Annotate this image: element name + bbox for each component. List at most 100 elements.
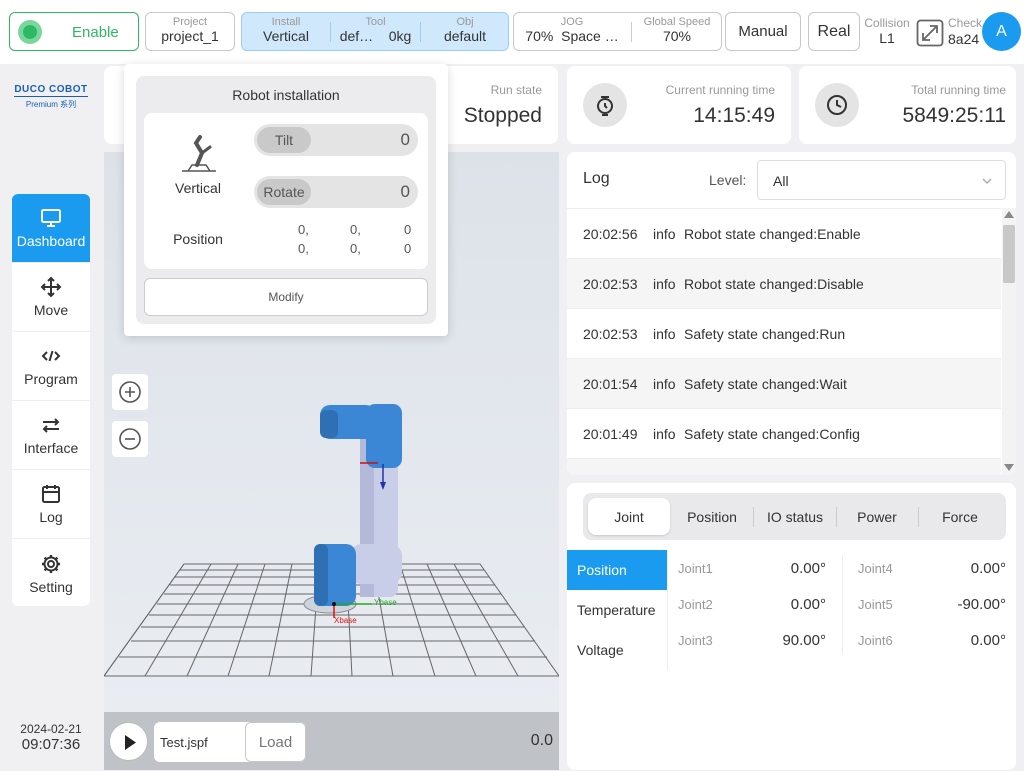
tab-power[interactable]: Power [837,498,917,535]
sidebar-item-label: Interface [23,440,79,456]
play-button[interactable] [109,722,148,761]
sidebar-item-move[interactable]: Move [12,263,90,332]
position-rz: 0 [404,241,412,256]
log-row: 20:02:53 info Safety state changed:Run [567,309,1001,359]
calendar-icon [42,485,60,503]
check-label: Check [948,16,983,30]
rotate-field[interactable]: Rotate 0 [254,176,418,208]
log-message: Robot state changed:Enable [684,225,861,242]
robot-vertical-icon [182,135,216,172]
rotate-value: 0 [400,182,410,201]
tool-name: def… [339,28,374,44]
collision-label: Collision [864,16,910,30]
install-tool-obj-group[interactable]: Install Vertical Tool def… 0kg Obj defau… [241,12,509,51]
top-bar: Enable Project project_1 Install Vertica… [0,0,1024,64]
code-icon [41,350,61,362]
position-ry: 0, [350,241,361,256]
tab-position[interactable]: Position [671,498,753,535]
project-value: project_1 [161,28,219,44]
system-datetime: 2024-02-21 09:07:36 [8,722,94,753]
position-y: 0, [350,222,361,237]
program-file-field[interactable]: Test.jspf Load [154,722,306,762]
swap-arrows-icon [42,418,60,433]
jog-speed-group[interactable]: JOG 70% Space … Global Speed 70% [513,12,722,51]
program-file-name: Test.jspf [160,735,208,750]
subtab-temperature[interactable]: Temperature [567,590,667,630]
manual-mode-button[interactable]: Manual [725,12,801,51]
sidebar-item-label: Move [33,302,69,318]
collision-indicator[interactable]: Collision L1 [864,17,910,47]
zoom-in-button[interactable] [112,374,148,410]
tab-force[interactable]: Force [919,498,1001,535]
subtab-label: Voltage [577,642,624,658]
log-level: info [653,225,676,242]
monitor-icon [41,209,61,227]
sidebar-item-dashboard[interactable]: Dashboard [12,194,90,263]
robot-installation-popup: Robot installation Vertical Tilt 0 Rotat… [124,64,448,336]
log-level: info [653,275,676,292]
project-label: Project [172,16,208,28]
tab-joint[interactable]: Joint [588,498,670,535]
joint1-value: 0.00° [790,560,826,577]
install-cell[interactable]: Install Vertical [242,16,330,45]
avatar[interactable]: A [982,12,1021,51]
move-arrows-icon [40,276,62,298]
log-list[interactable]: 20:02:56 info Robot state changed:Enable 2… [567,208,1001,475]
brand-logo: DUCO COBOT Premium 系列 [14,84,88,110]
obj-cell[interactable]: Obj default [421,16,509,45]
position-label: Position [173,231,223,247]
project-selector[interactable]: Project project_1 [145,12,235,51]
zoom-out-button[interactable] [112,421,148,457]
log-time: 20:02:53 [583,275,638,292]
sidebar-item-log[interactable]: Log [12,470,90,539]
log-row: 20:02:53 info Robot state changed:Disable [567,259,1001,309]
tab-label: Position [687,508,737,525]
system-time: 09:07:36 [21,736,81,753]
joint3-label: Joint3 [678,633,713,648]
log-time: 20:01:54 [583,375,638,392]
total-running-time-label: Total running time [911,83,1006,97]
global-speed-cell[interactable]: Global Speed 70% [632,16,722,45]
sidebar-item-setting[interactable]: Setting [12,539,90,606]
log-level: info [653,375,676,392]
log-row: 20:01:49 info Safety state changed:Config [567,409,1001,459]
real-mode-button[interactable]: Real [808,12,860,51]
brand-logo-text: DUCO COBOT [14,84,88,97]
subtab-label: Position [577,562,627,578]
tool-cell[interactable]: Tool def… 0kg [331,16,420,45]
joint3-value: 90.00° [782,632,826,649]
jog-mode: Space … [561,28,619,44]
install-value: Vertical [263,28,309,44]
tab-label: Force [942,508,978,525]
robot-arm [303,404,402,618]
program-progress-value: 0.0 [530,732,553,749]
log-message: Safety state changed:Run [684,325,846,342]
tab-io-status[interactable]: IO status [754,498,836,535]
scroll-up-icon[interactable] [1004,210,1014,220]
popup-title: Robot installation [232,87,340,103]
total-running-time-value: 5849:25:11 [902,104,1006,127]
position-rx: 0, [298,241,309,256]
joint4-value: 0.00° [970,560,1006,577]
stopwatch-icon [583,83,627,127]
subtab-position[interactable]: Position [567,550,667,590]
enable-indicator-icon [18,20,42,44]
expand-icon [916,19,944,47]
log-scroll-thumb[interactable] [1003,225,1015,283]
sidebar-item-interface[interactable]: Interface [12,401,90,470]
install-label: Install [271,16,301,28]
scroll-down-icon[interactable] [1004,462,1014,472]
tilt-field[interactable]: Tilt 0 [254,124,418,156]
enable-button[interactable]: Enable [9,12,139,51]
log-panel: Log Level: All 20:02:56 info Robot state c… [567,152,1016,475]
jog-cell[interactable]: JOG 70% Space … [514,16,630,45]
modify-button[interactable]: Modify [144,278,428,316]
log-level-select[interactable]: All [757,160,1006,200]
zoom-out-icon [119,428,141,450]
log-scrollbar[interactable] [1002,208,1016,475]
sidebar-item-program[interactable]: Program [12,332,90,401]
subtab-voltage[interactable]: Voltage [567,630,667,670]
load-button[interactable]: Load [245,722,306,762]
check-indicator[interactable]: Check 8a24 [914,16,983,49]
sidebar-item-label: Program [24,371,78,387]
